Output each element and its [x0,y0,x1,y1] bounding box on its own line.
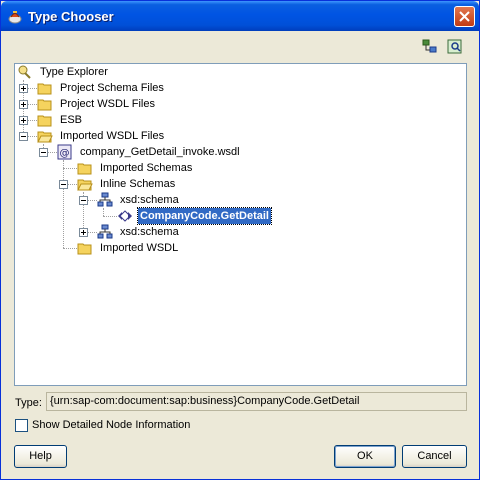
help-button[interactable]: Help [14,445,67,468]
folder-icon [37,99,52,111]
expand-toggle[interactable] [19,100,28,109]
folder-icon [37,83,52,95]
wsdl-file-icon: @ [57,144,72,160]
checkbox-box[interactable] [15,419,28,432]
svg-text:@: @ [60,148,70,159]
expand-toggle[interactable] [19,84,28,93]
schema-icon [97,224,113,239]
type-tree[interactable]: Type Explorer Project Schema Files Proje… [14,63,467,386]
ok-button[interactable]: OK [334,445,396,468]
close-icon [459,11,470,22]
folder-icon [77,163,92,175]
checkbox-label: Show Detailed Node Information [32,419,191,431]
window-title: Type Chooser [28,9,114,24]
collapse-toggle[interactable] [79,196,88,205]
type-field[interactable]: {urn:sap-com:document:sap:business}Compa… [46,392,467,411]
expand-toggle[interactable] [19,116,28,125]
app-icon [8,11,22,24]
type-label: Type: [15,397,42,409]
search-type-button[interactable] [446,38,464,56]
cancel-button[interactable]: Cancel [402,445,467,468]
folder-open-icon [77,179,93,191]
close-button[interactable] [454,6,475,27]
collapse-toggle[interactable] [59,180,68,189]
type-explorer-icon [18,65,31,79]
folder-open-icon [37,131,53,143]
collapse-toggle[interactable] [39,148,48,157]
schema-icon [97,192,113,207]
type-chooser-dialog: Type Chooser Type Explorer Project Schem… [0,0,480,480]
folder-icon [77,243,92,255]
title-bar[interactable]: Type Chooser [1,1,479,31]
element-icon [118,210,132,222]
collapse-toggle[interactable] [19,132,28,141]
folder-icon [37,115,52,127]
hierarchy-view-button[interactable] [421,38,439,56]
expand-toggle[interactable] [79,228,88,237]
